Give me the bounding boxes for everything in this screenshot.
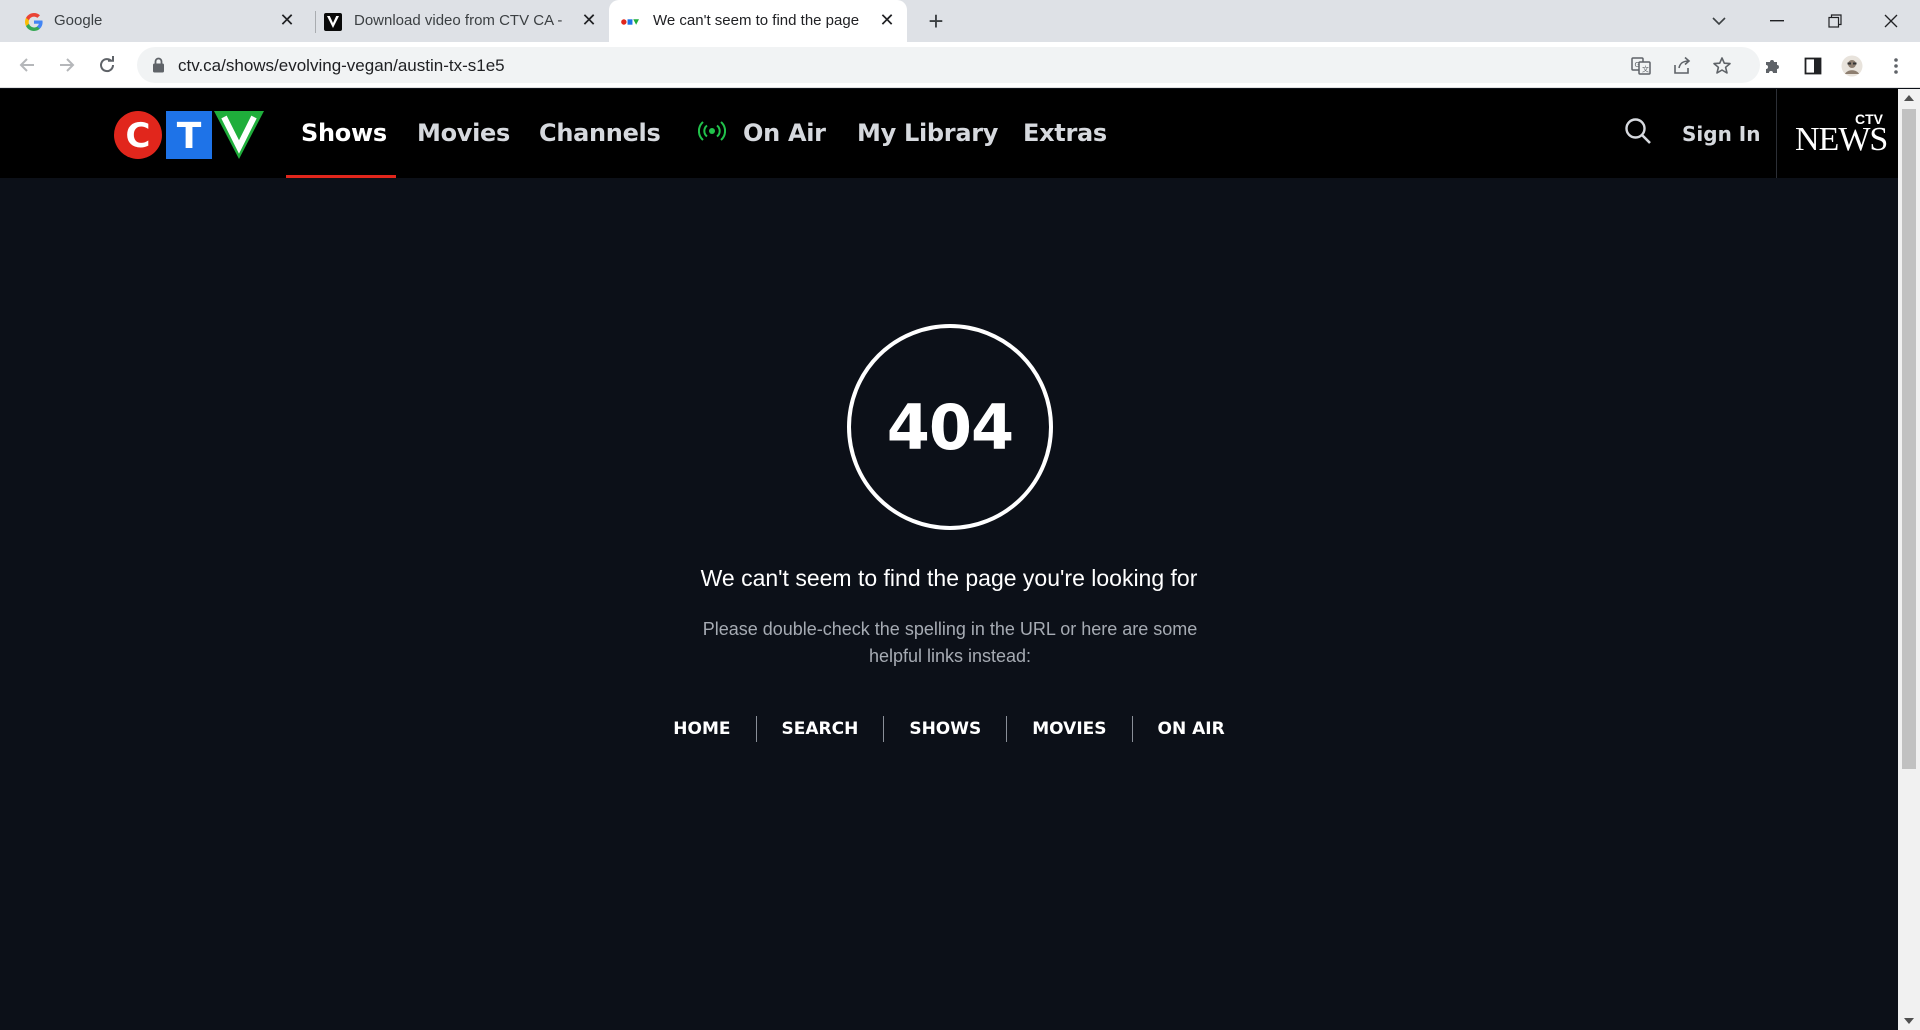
reload-icon bbox=[100, 56, 115, 73]
arrow-left-icon bbox=[19, 58, 34, 72]
news-logo-word: NEWS bbox=[1795, 121, 1888, 158]
helpful-links: HOME SEARCH SHOWS MOVIES ON AIR bbox=[0, 716, 1898, 742]
search-icon[interactable] bbox=[1623, 116, 1653, 146]
tab-search-button[interactable] bbox=[1690, 0, 1748, 42]
bookmark-star-icon[interactable] bbox=[1711, 55, 1733, 77]
logo-letter-c: C bbox=[126, 116, 151, 156]
side-panel-icon[interactable] bbox=[1801, 54, 1825, 78]
page-scrollbar[interactable] bbox=[1898, 89, 1920, 1030]
close-window-button[interactable] bbox=[1862, 0, 1920, 42]
error-page-content: 404 We can't seem to find the page you'r… bbox=[0, 178, 1898, 1030]
close-tab-icon[interactable]: ✕ bbox=[277, 10, 297, 30]
restore-window-button[interactable] bbox=[1806, 0, 1864, 42]
nav-channels[interactable]: Channels bbox=[539, 119, 661, 147]
browser-tab-google[interactable]: Google ✕ bbox=[0, 0, 302, 42]
profile-avatar-icon[interactable] bbox=[1840, 54, 1864, 78]
error-subtext: Please double-check the spelling in the … bbox=[702, 619, 1198, 666]
browser-tab-strip: Google ✕ Download video from CTV CA - V … bbox=[0, 0, 1920, 42]
tab-title: Download video from CTV CA - V bbox=[354, 12, 566, 29]
logo-letter-t: T bbox=[177, 116, 202, 157]
browser-menu-icon[interactable] bbox=[1884, 54, 1908, 78]
share-icon[interactable] bbox=[1671, 55, 1693, 77]
link-shows[interactable]: SHOWS bbox=[884, 719, 1006, 739]
scrollbar-thumb[interactable] bbox=[1902, 109, 1916, 769]
browser-tab-download-video[interactable]: Download video from CTV CA - V ✕ bbox=[302, 0, 607, 42]
link-home[interactable]: HOME bbox=[648, 719, 755, 739]
nav-on-air[interactable]: On Air bbox=[743, 119, 826, 147]
translate-icon[interactable]: G文 bbox=[1630, 55, 1652, 77]
sign-in-link[interactable]: Sign In bbox=[1682, 122, 1760, 146]
tab-title: Google bbox=[54, 12, 103, 29]
forward-button[interactable] bbox=[50, 48, 84, 82]
svg-text:G: G bbox=[1635, 61, 1640, 69]
address-bar[interactable]: ctv.ca/shows/evolving-vegan/austin-tx-s1… bbox=[137, 47, 1760, 83]
ctv-news-logo[interactable]: CTV NEWS bbox=[1795, 109, 1888, 159]
close-tab-icon[interactable]: ✕ bbox=[579, 10, 599, 30]
back-button[interactable] bbox=[10, 48, 44, 82]
scroll-down-arrow-icon[interactable] bbox=[1898, 1012, 1920, 1030]
header-divider bbox=[1776, 89, 1777, 178]
v-logo-icon bbox=[324, 13, 342, 31]
new-tab-button[interactable]: + bbox=[922, 8, 950, 36]
svg-text:文: 文 bbox=[1642, 65, 1649, 74]
site-header: C T V Shows Movies Channels On Air My Li… bbox=[0, 89, 1898, 178]
google-g-icon bbox=[25, 13, 43, 31]
link-movies[interactable]: MOVIES bbox=[1007, 719, 1131, 739]
arrow-right-icon bbox=[60, 58, 75, 72]
extensions-puzzle-icon[interactable] bbox=[1761, 54, 1785, 78]
nav-my-library[interactable]: My Library bbox=[857, 119, 998, 147]
nav-movies[interactable]: Movies bbox=[417, 119, 510, 147]
scroll-up-arrow-icon[interactable] bbox=[1898, 89, 1920, 107]
close-tab-icon[interactable]: ✕ bbox=[877, 10, 897, 30]
error-code-circle: 404 bbox=[847, 324, 1053, 530]
browser-tab-ctv-404[interactable]: We can't seem to find the page y ✕ bbox=[609, 0, 907, 42]
lock-icon[interactable] bbox=[152, 57, 165, 78]
nav-extras[interactable]: Extras bbox=[1023, 119, 1107, 147]
live-broadcast-icon bbox=[697, 120, 727, 142]
tab-title: We can't seem to find the page y bbox=[653, 12, 863, 29]
url-text[interactable]: ctv.ca/shows/evolving-vegan/austin-tx-s1… bbox=[178, 56, 505, 76]
nav-shows[interactable]: Shows bbox=[301, 119, 387, 147]
ctv-mini-logo-icon bbox=[621, 13, 639, 31]
reload-button[interactable] bbox=[90, 48, 124, 82]
error-code: 404 bbox=[886, 390, 1014, 464]
minimize-window-button[interactable] bbox=[1748, 0, 1806, 42]
ctv-logo[interactable]: C T V bbox=[114, 110, 264, 160]
link-search[interactable]: SEARCH bbox=[757, 719, 884, 739]
link-on-air[interactable]: ON AIR bbox=[1133, 719, 1250, 739]
browser-toolbar: ctv.ca/shows/evolving-vegan/austin-tx-s1… bbox=[0, 42, 1920, 88]
error-heading: We can't seem to find the page you're lo… bbox=[700, 565, 1198, 591]
